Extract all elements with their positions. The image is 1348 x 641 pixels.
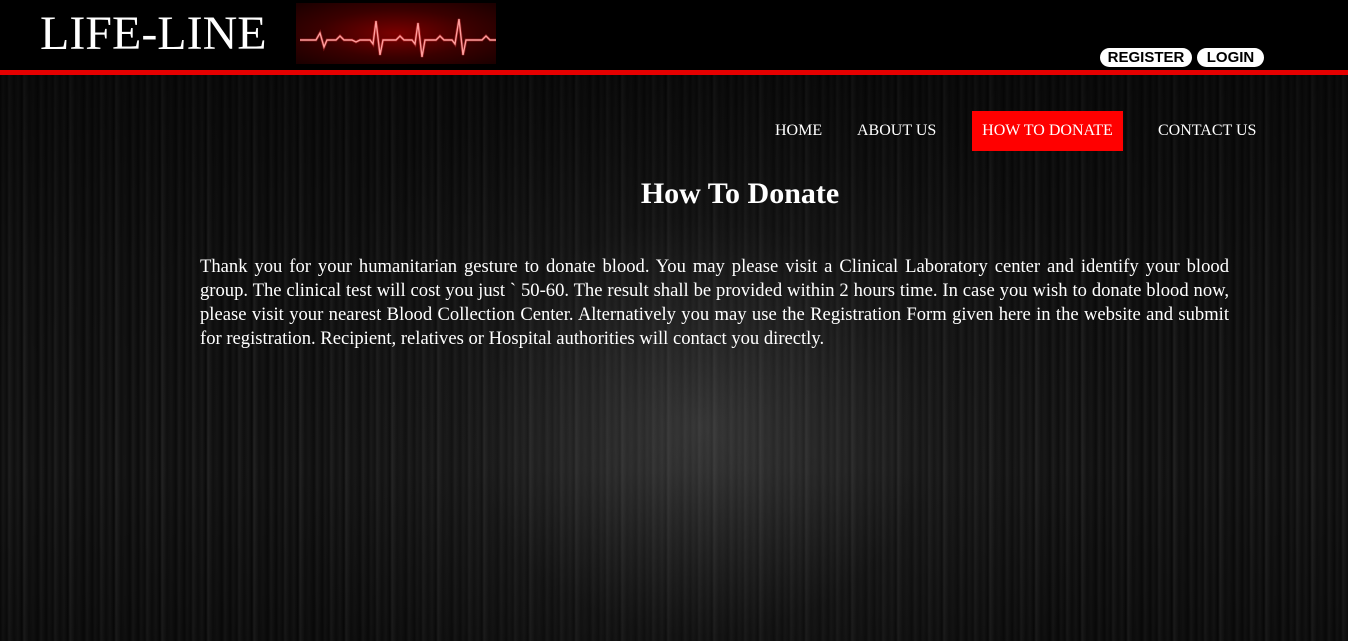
ecg-heartbeat-icon [296, 3, 496, 64]
register-button[interactable]: REGISTER [1100, 48, 1192, 67]
main-nav: HOME ABOUT US HOW TO DONATE CONTACT US [0, 111, 1348, 151]
site-logo-text[interactable]: LIFE-LINE [40, 6, 267, 62]
page-title: How To Donate [640, 177, 840, 210]
nav-item-how-to-donate[interactable]: HOW TO DONATE [972, 111, 1123, 151]
site-header: LIFE-LINE REGISTER LOGIN [0, 0, 1348, 70]
donation-instructions-text: Thank you for your humanitarian gesture … [200, 256, 1229, 349]
nav-item-home[interactable]: HOME [775, 111, 822, 151]
login-button[interactable]: LOGIN [1197, 48, 1264, 67]
main-content-area: HOME ABOUT US HOW TO DONATE CONTACT US H… [0, 75, 1348, 641]
nav-item-contact-us[interactable]: CONTACT US [1158, 111, 1256, 151]
nav-item-about-us[interactable]: ABOUT US [857, 111, 936, 151]
